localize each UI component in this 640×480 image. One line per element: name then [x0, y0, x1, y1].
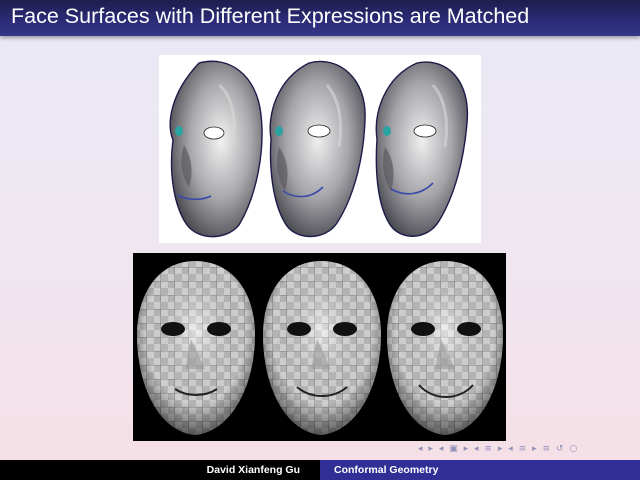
- subsection-icon[interactable]: ≡: [519, 444, 527, 454]
- toc-icon[interactable]: ≡: [542, 444, 550, 454]
- subsection-right-icon[interactable]: ▸: [532, 444, 537, 454]
- subsection-left-icon[interactable]: ◂: [508, 444, 513, 454]
- footer-talk-title: Conformal Geometry: [334, 464, 439, 476]
- face-smile-wide: [375, 61, 469, 237]
- beamer-navigation: ◂ ▸ ◂ ▣ ▸ ◂ ≡ ▸ ◂ ≡ ▸ ≡ ↺ ○: [418, 444, 580, 456]
- face-surfaces-figure: [159, 55, 481, 243]
- nav-right-icon[interactable]: ▸: [428, 444, 433, 454]
- section-icon[interactable]: ≡: [484, 444, 492, 454]
- face-surfaces-svg: [169, 60, 469, 238]
- face-neutral: [169, 60, 263, 238]
- face-mesh-svg: [137, 261, 503, 435]
- frame-right-icon[interactable]: ▸: [464, 444, 469, 454]
- section-right-icon[interactable]: ▸: [498, 444, 503, 454]
- face-mesh-1: [137, 261, 255, 435]
- slide-footer: David Xianfeng Gu Conformal Geometry: [0, 460, 640, 480]
- face-mesh-figure: [133, 253, 506, 441]
- search-icon[interactable]: ○: [569, 444, 577, 454]
- back-icon[interactable]: ↺: [556, 444, 564, 454]
- slide-title: Face Surfaces with Different Expressions…: [11, 4, 530, 28]
- footer-title-panel: Conformal Geometry: [320, 460, 640, 480]
- section-left-icon[interactable]: ◂: [474, 444, 479, 454]
- frame-left-icon[interactable]: ◂: [439, 444, 444, 454]
- slide-title-bar: Face Surfaces with Different Expressions…: [0, 0, 640, 36]
- face-smile: [269, 60, 366, 238]
- face-mesh-3: [387, 261, 503, 435]
- footer-author-panel: David Xianfeng Gu: [0, 460, 320, 480]
- nav-left-icon[interactable]: ◂: [418, 444, 423, 454]
- frame-icon[interactable]: ▣: [449, 444, 458, 454]
- face-mesh-2: [263, 261, 381, 435]
- footer-author: David Xianfeng Gu: [206, 464, 300, 476]
